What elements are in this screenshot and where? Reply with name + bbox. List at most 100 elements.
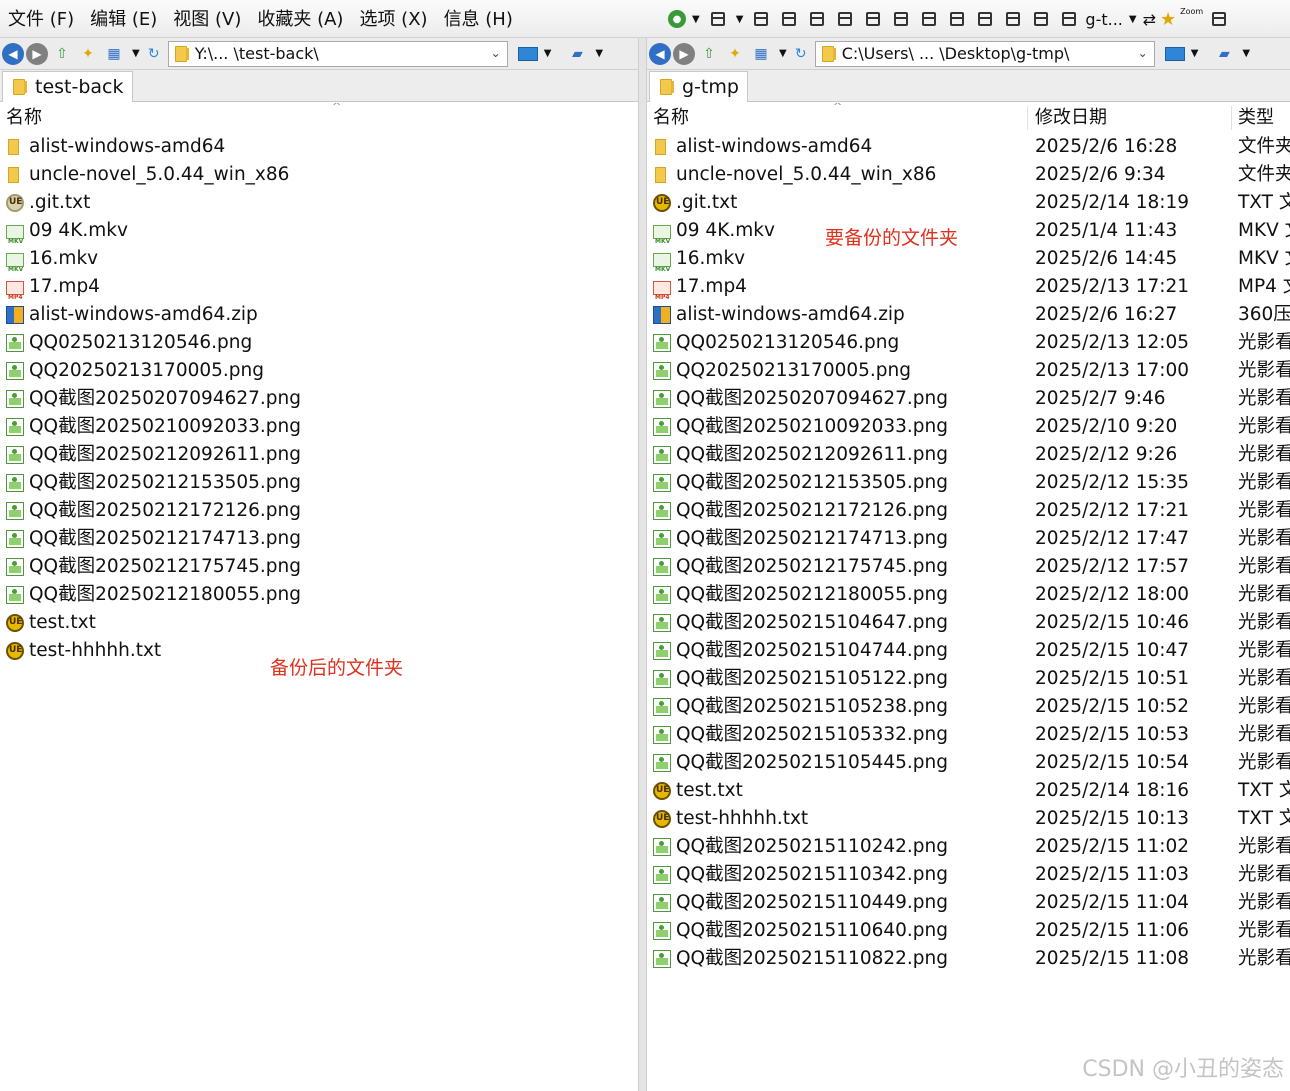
file-row[interactable]: QQ0250213120546.png <box>0 329 638 357</box>
chevron-down-icon[interactable]: ▼ <box>1242 48 1250 59</box>
column-separator[interactable] <box>1231 106 1232 130</box>
layout-icon[interactable] <box>810 12 825 26</box>
file-row[interactable]: QQ截图20250215110822.png 2025/2/15 11:08 光影看… <box>647 945 1290 973</box>
chevron-down-icon[interactable]: ⌄ <box>1138 46 1148 60</box>
file-row[interactable]: QQ截图20250210092033.png 2025/2/10 9:20 光影看图 <box>647 413 1290 441</box>
grid-view-icon[interactable]: ▦ <box>749 43 773 65</box>
file-row[interactable]: alist-windows-amd64.zip <box>0 301 638 329</box>
file-row[interactable]: QQ截图20250212153505.png 2025/2/12 15:35 光影看… <box>647 469 1290 497</box>
refresh-icon[interactable]: ↻ <box>142 43 166 65</box>
file-row[interactable]: QQ0250213120546.png 2025/2/13 12:05 光影看图 <box>647 329 1290 357</box>
tab-test-back[interactable]: test-back <box>2 71 133 102</box>
up-folder-icon[interactable]: ⇧ <box>50 43 74 65</box>
chevron-down-icon[interactable]: ⌄ <box>491 46 501 60</box>
file-row[interactable]: QQ截图20250212180055.png <box>0 581 638 609</box>
file-row[interactable]: QQ截图20250215110242.png 2025/2/15 11:02 光影看… <box>647 833 1290 861</box>
chevron-down-icon[interactable]: ▼ <box>692 14 700 25</box>
chevron-down-icon[interactable]: ▼ <box>1129 14 1137 25</box>
layout-icon[interactable] <box>838 12 853 26</box>
display-icon[interactable] <box>1164 46 1185 61</box>
file-row[interactable]: 09 4K.mkv <box>0 217 638 256</box>
file-row[interactable]: QQ截图20250212175745.png 2025/2/12 17:57 光影看… <box>647 553 1290 581</box>
right-address-input[interactable]: C:\Users\ ... \Desktop\g-tmp\ ⌄ <box>814 40 1155 67</box>
sync-target-label[interactable]: g-t... <box>1085 10 1122 29</box>
file-row[interactable]: QQ截图20250212172126.png 2025/2/12 17:21 光影看… <box>647 497 1290 525</box>
file-row[interactable]: QQ截图20250212174713.png <box>0 525 638 553</box>
layout-icon[interactable] <box>782 12 797 26</box>
file-row[interactable]: QQ截图20250215105445.png 2025/2/15 10:54 光影看… <box>647 749 1290 777</box>
file-row[interactable]: QQ截图20250215105122.png 2025/2/15 10:51 光影看… <box>647 665 1290 693</box>
refresh-icon[interactable]: ↻ <box>789 43 813 65</box>
layout-icon[interactable] <box>950 12 965 26</box>
file-row[interactable]: QQ截图20250215105238.png 2025/2/15 10:52 光影看… <box>647 693 1290 721</box>
menu-info[interactable]: 信息 (H) <box>436 0 521 38</box>
file-row[interactable]: QQ截图20250212175745.png <box>0 553 638 581</box>
file-row[interactable]: 09 4K.mkv 2025/1/4 11:43 MKV 文 <box>647 217 1290 256</box>
chevron-down-icon[interactable]: ▼ <box>1191 48 1199 59</box>
column-header-name[interactable]: 名称 <box>653 103 689 131</box>
file-row[interactable]: test.txt <box>0 609 638 637</box>
file-row[interactable]: QQ截图20250212092611.png <box>0 441 638 469</box>
file-row[interactable]: 17.mp4 <box>0 273 638 312</box>
folder-star-icon[interactable]: ✦ <box>76 43 100 65</box>
menu-edit[interactable]: 编辑 (E) <box>82 0 165 38</box>
file-row[interactable]: 16.mkv 2025/2/6 14:45 MKV 文 <box>647 245 1290 284</box>
file-row[interactable]: QQ截图20250215104647.png 2025/2/15 10:46 光影看… <box>647 609 1290 637</box>
file-row[interactable]: QQ截图20250215110640.png 2025/2/15 11:06 光影看… <box>647 917 1290 945</box>
globe-icon[interactable]: ● <box>668 10 686 28</box>
column-header-date[interactable]: 修改日期 <box>1035 103 1107 131</box>
pane-divider[interactable] <box>638 38 647 1091</box>
file-row[interactable]: QQ截图20250207094627.png <box>0 385 638 413</box>
chevron-down-icon[interactable]: ▼ <box>736 14 744 25</box>
window-icon[interactable] <box>1212 12 1227 26</box>
file-row[interactable]: QQ截图20250212174713.png 2025/2/12 17:47 光影看… <box>647 525 1290 553</box>
file-row[interactable]: 16.mkv <box>0 245 638 284</box>
column-separator[interactable] <box>1027 106 1028 130</box>
layout-icon[interactable] <box>1062 12 1077 26</box>
zoom-label[interactable]: Zoom <box>1180 7 1203 16</box>
layout-icon[interactable] <box>978 12 993 26</box>
file-row[interactable]: uncle-novel_5.0.44_win_x86 <box>0 161 638 189</box>
file-row[interactable]: QQ截图20250212172126.png <box>0 497 638 525</box>
forward-icon[interactable]: ▶ <box>673 42 695 65</box>
grid-view-icon[interactable]: ▦ <box>102 43 126 65</box>
file-row[interactable]: QQ截图20250212180055.png 2025/2/12 18:00 光影看… <box>647 581 1290 609</box>
chevron-down-icon[interactable]: ▼ <box>595 48 603 59</box>
file-row[interactable]: alist-windows-amd64 2025/2/6 16:28 文件夹 <box>647 133 1290 161</box>
column-header-type[interactable]: 类型 <box>1238 103 1274 131</box>
layout-icon[interactable] <box>866 12 881 26</box>
file-row[interactable]: .git.txt 2025/2/14 18:19 TXT 文 <box>647 189 1290 217</box>
back-icon[interactable]: ◀ <box>649 42 671 65</box>
folder-star-icon[interactable]: ✦ <box>723 43 747 65</box>
file-row[interactable]: .git.txt <box>0 189 638 217</box>
layout-icon[interactable] <box>754 12 769 26</box>
file-row[interactable]: uncle-novel_5.0.44_win_x86 2025/2/6 9:34 文… <box>647 161 1290 189</box>
file-row[interactable]: QQ截图20250212153505.png <box>0 469 638 497</box>
file-row[interactable]: QQ截图20250212092611.png 2025/2/12 9:26 光影看图 <box>647 441 1290 469</box>
file-row[interactable]: QQ截图20250215110449.png 2025/2/15 11:04 光影看… <box>647 889 1290 917</box>
menu-favorites[interactable]: 收藏夹 (A) <box>249 0 351 38</box>
column-header-name[interactable]: 名称 <box>6 103 42 131</box>
layout-icon[interactable] <box>922 12 937 26</box>
layout-icon[interactable] <box>1034 12 1049 26</box>
file-row[interactable]: alist-windows-amd64.zip 2025/2/6 16:27 360… <box>647 301 1290 329</box>
up-folder-icon[interactable]: ⇧ <box>697 43 721 65</box>
drive-icon[interactable]: ▰ <box>565 43 589 65</box>
star-icon[interactable]: ★ <box>1160 9 1176 30</box>
chevron-down-icon[interactable]: ▼ <box>132 48 140 59</box>
menu-file[interactable]: 文件 (F) <box>0 0 82 38</box>
grid-view-icon[interactable] <box>710 12 725 26</box>
file-row[interactable]: test-hhhhh.txt 2025/2/15 10:13 TXT 文 <box>647 805 1290 833</box>
left-address-input[interactable]: Y:\... \test-back\ ⌄ <box>167 40 508 67</box>
file-row[interactable]: QQ截图20250215105332.png 2025/2/15 10:53 光影看… <box>647 721 1290 749</box>
back-icon[interactable]: ◀ <box>2 42 24 65</box>
layout-icon[interactable] <box>1006 12 1021 26</box>
file-row[interactable]: test.txt 2025/2/14 18:16 TXT 文 <box>647 777 1290 805</box>
file-row[interactable]: QQ20250213170005.png <box>0 357 638 385</box>
tab-g-tmp[interactable]: g-tmp <box>649 71 748 102</box>
file-row[interactable]: QQ截图20250215104744.png 2025/2/15 10:47 光影看… <box>647 637 1290 665</box>
chevron-down-icon[interactable]: ▼ <box>544 48 552 59</box>
drive-icon[interactable]: ▰ <box>1212 43 1236 65</box>
file-row[interactable]: QQ截图20250207094627.png 2025/2/7 9:46 光影看图 <box>647 385 1290 413</box>
chevron-down-icon[interactable]: ▼ <box>779 48 787 59</box>
